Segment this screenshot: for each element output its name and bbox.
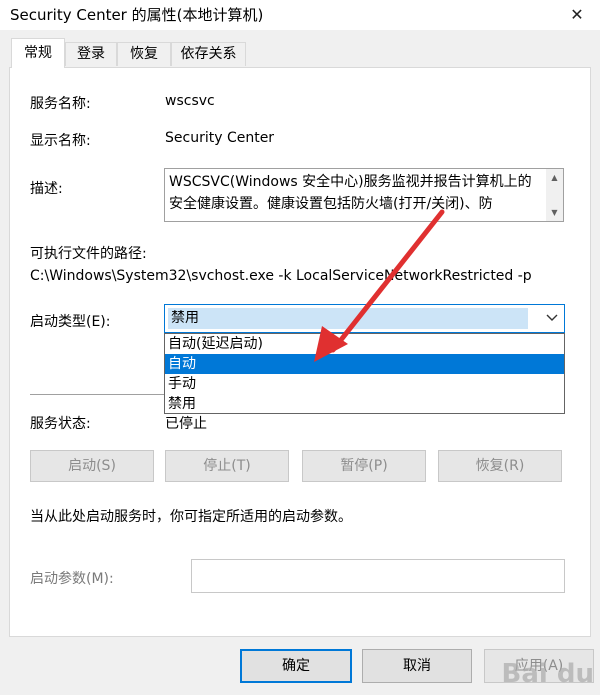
tab-general[interactable]: 常规: [11, 38, 65, 68]
resume-button[interactable]: 恢复(R): [438, 450, 562, 482]
startup-type-select[interactable]: 禁用: [164, 304, 565, 333]
close-icon: ✕: [570, 4, 584, 24]
startup-type-label: 启动类型(E):: [30, 314, 111, 330]
service-status-label: 服务状态:: [30, 416, 91, 432]
description-label: 描述:: [30, 181, 63, 197]
chevron-down-icon[interactable]: [545, 309, 559, 331]
startup-type-value: 禁用: [168, 308, 528, 329]
tab-recovery[interactable]: 恢复: [117, 42, 171, 66]
display-name-value: Security Center: [165, 130, 275, 146]
description-text: WSCSVC(Windows 安全中心)服务监视并报告计算机上的安全健康设置。健…: [169, 174, 532, 212]
scroll-down-icon[interactable]: ▼: [546, 204, 563, 221]
description-box[interactable]: WSCSVC(Windows 安全中心)服务监视并报告计算机上的安全健康设置。健…: [164, 168, 564, 222]
stop-button[interactable]: 停止(T): [165, 450, 289, 482]
description-scrollbar[interactable]: ▲ ▼: [546, 169, 563, 221]
dropdown-option-auto[interactable]: 自动: [165, 354, 564, 374]
display-name-label: 显示名称:: [30, 133, 91, 149]
start-params-hint: 当从此处启动服务时，你可指定所适用的启动参数。: [30, 509, 352, 525]
tab-label: 恢复: [130, 46, 158, 62]
pause-button[interactable]: 暂停(P): [302, 450, 426, 482]
service-name-label: 服务名称:: [30, 96, 91, 112]
window-title: Security Center 的属性(本地计算机): [10, 6, 264, 24]
dropdown-option-auto-delayed[interactable]: 自动(延迟启动): [165, 334, 564, 354]
start-params-label: 启动参数(M):: [30, 571, 114, 587]
tab-logon[interactable]: 登录: [65, 42, 117, 66]
tab-label: 依存关系: [180, 46, 237, 62]
tab-label: 登录: [77, 46, 105, 62]
start-params-input[interactable]: [191, 559, 565, 593]
service-status-value: 已停止: [165, 416, 207, 432]
startup-type-dropdown[interactable]: 自动(延迟启动) 自动 手动 禁用: [164, 333, 565, 414]
exe-path-label: 可执行文件的路径:: [30, 246, 147, 262]
scroll-up-icon[interactable]: ▲: [546, 169, 563, 186]
dropdown-option-disabled[interactable]: 禁用: [165, 394, 564, 414]
cancel-button[interactable]: 取消: [362, 649, 472, 683]
separator: [30, 394, 165, 395]
tab-dependencies[interactable]: 依存关系: [171, 42, 246, 66]
close-button[interactable]: ✕: [560, 0, 594, 28]
tab-label: 常规: [24, 45, 52, 61]
watermark-logo: Bai du: [501, 659, 594, 689]
dropdown-option-manual[interactable]: 手动: [165, 374, 564, 394]
ok-button[interactable]: 确定: [240, 649, 352, 683]
service-name-value: wscsvc: [165, 93, 215, 109]
title-bar[interactable]: Security Center 的属性(本地计算机) ✕: [0, 0, 600, 30]
exe-path-value: C:\Windows\System32\svchost.exe -k Local…: [30, 268, 532, 284]
start-button[interactable]: 启动(S): [30, 450, 154, 482]
